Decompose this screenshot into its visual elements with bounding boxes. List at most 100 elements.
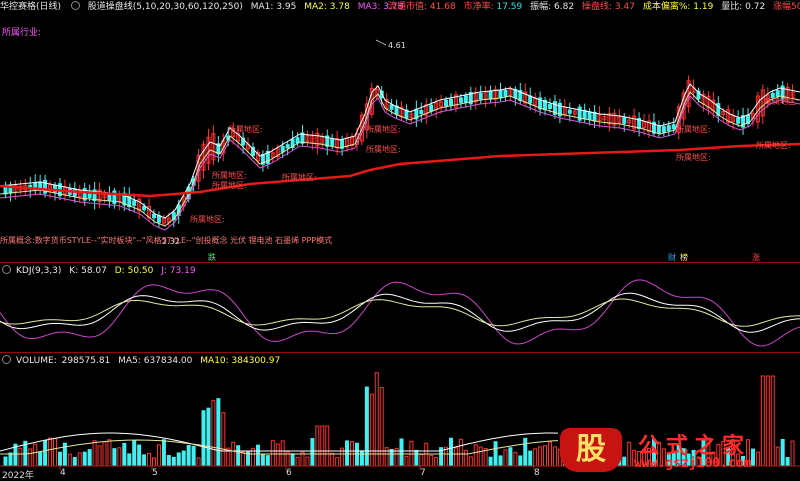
volume-bar xyxy=(330,452,335,467)
kdj-j-line xyxy=(0,279,800,347)
amplitude-label: 振幅: xyxy=(530,2,552,12)
volume-bar xyxy=(3,456,8,467)
float-cap-label: 流通市值: xyxy=(388,2,428,12)
volume-bar xyxy=(82,451,87,467)
region-label: 所属地区: xyxy=(756,140,791,150)
volume-bar xyxy=(166,455,171,467)
settings-circle-icon[interactable] xyxy=(70,1,80,10)
x-axis-label: 7 xyxy=(420,468,426,478)
volume-bar xyxy=(310,438,315,467)
candle-body xyxy=(488,90,493,100)
volume-bar xyxy=(265,455,270,467)
vol-ma10-label: MA10: xyxy=(200,356,229,366)
volume-bar xyxy=(335,457,340,467)
region-label: 所属地区: xyxy=(676,152,711,162)
volume-bar xyxy=(552,446,557,467)
volume-bar xyxy=(280,440,285,467)
volume-bar xyxy=(260,453,265,467)
indicator-name[interactable]: 股道操盘线(5,10,20,30,60,120,250) xyxy=(88,2,243,12)
x-axis-label: 6 xyxy=(286,468,292,478)
candle-body xyxy=(285,144,290,149)
volume-bar xyxy=(152,457,156,467)
volume-bar xyxy=(384,447,389,467)
volume-bar xyxy=(181,450,186,467)
volume-bar xyxy=(434,456,439,467)
volume-bar xyxy=(107,439,112,467)
volume-bar xyxy=(528,450,533,467)
candle-body xyxy=(389,104,394,110)
volume-value: 298575.81 xyxy=(61,356,111,366)
region-label: 所属地区: xyxy=(764,96,799,106)
region-label: 所属地区: xyxy=(282,172,317,182)
volume-bar xyxy=(191,445,196,467)
volume-bar xyxy=(374,372,379,467)
volume-bar xyxy=(419,454,424,467)
volume-bar xyxy=(57,451,62,467)
volume-bar xyxy=(533,448,538,467)
chart-mode-label[interactable]: 华控赛格(日线) xyxy=(0,2,61,12)
volume-bar xyxy=(325,425,330,467)
panel-divider xyxy=(0,352,800,353)
volume-bar xyxy=(28,448,33,467)
pe-value: 17.59 xyxy=(496,2,523,12)
volume-bar xyxy=(354,442,359,467)
volume-bar xyxy=(493,441,498,467)
volume-bar xyxy=(320,425,325,467)
volume-bar xyxy=(72,457,77,467)
logo-url: www.gszj100.com xyxy=(634,456,752,471)
region-label: 所属地区: xyxy=(228,124,263,134)
amplitude-value: 6.82 xyxy=(554,2,575,12)
volume-bar xyxy=(548,441,552,467)
ma2-label: MA2: xyxy=(304,2,327,12)
volume-bar xyxy=(315,425,320,467)
candle-body xyxy=(666,125,671,131)
panel-divider xyxy=(0,262,800,263)
volume-bar xyxy=(241,451,246,467)
candle-body xyxy=(449,98,453,106)
volume-bar xyxy=(503,449,508,467)
volume-bar xyxy=(305,456,310,467)
volume-bar xyxy=(196,457,201,467)
volume-bar xyxy=(424,442,429,467)
vol-ma10-value: 384300.97 xyxy=(231,356,281,366)
change-label: 涨幅50: xyxy=(773,2,800,12)
settings-circle-icon[interactable] xyxy=(2,265,11,274)
volume-bar xyxy=(137,444,142,467)
volume-bar xyxy=(369,393,374,467)
kdj-d-label: D: xyxy=(114,266,125,276)
kdj-name[interactable]: KDJ(9,3,3) xyxy=(16,266,61,276)
volume-bar xyxy=(18,447,23,467)
candle-body xyxy=(463,95,468,103)
candle-body xyxy=(528,95,533,104)
volume-bar xyxy=(458,438,463,467)
volume-bar xyxy=(389,448,394,467)
candle-body xyxy=(458,97,463,103)
volume-bar xyxy=(463,449,468,467)
volume-bar xyxy=(453,447,458,467)
region-label: 所属地区: xyxy=(212,180,247,190)
volume-bar xyxy=(538,446,543,467)
volume-bar xyxy=(270,440,275,467)
candle-body xyxy=(503,89,508,97)
volume-bar xyxy=(38,451,43,467)
region-label: 所属地区: xyxy=(366,124,401,134)
settings-circle-icon[interactable] xyxy=(2,355,11,364)
kdj-k-value: 58.07 xyxy=(81,266,107,276)
kdj-j-value: 73.19 xyxy=(169,266,196,276)
volume-bar xyxy=(33,443,38,467)
volume-bar xyxy=(147,452,152,467)
volume-bar xyxy=(53,438,57,467)
volume-bar xyxy=(488,456,493,467)
volume-name[interactable]: VOLUME: xyxy=(16,356,57,366)
kdj-j-label: J: xyxy=(161,266,167,276)
vol-ma5-value: 637834.00 xyxy=(143,356,193,366)
ma1-label: MA1: xyxy=(250,2,274,12)
volume-bar xyxy=(275,443,280,467)
volume-bar xyxy=(414,449,419,467)
candle-body xyxy=(295,137,300,144)
industry-label: 所属行业: xyxy=(2,28,42,38)
volume-bar xyxy=(161,439,166,467)
opline-label: 操盘线: xyxy=(581,2,613,12)
volume-bar xyxy=(216,398,221,467)
region-label: 所属地区: xyxy=(676,124,711,134)
